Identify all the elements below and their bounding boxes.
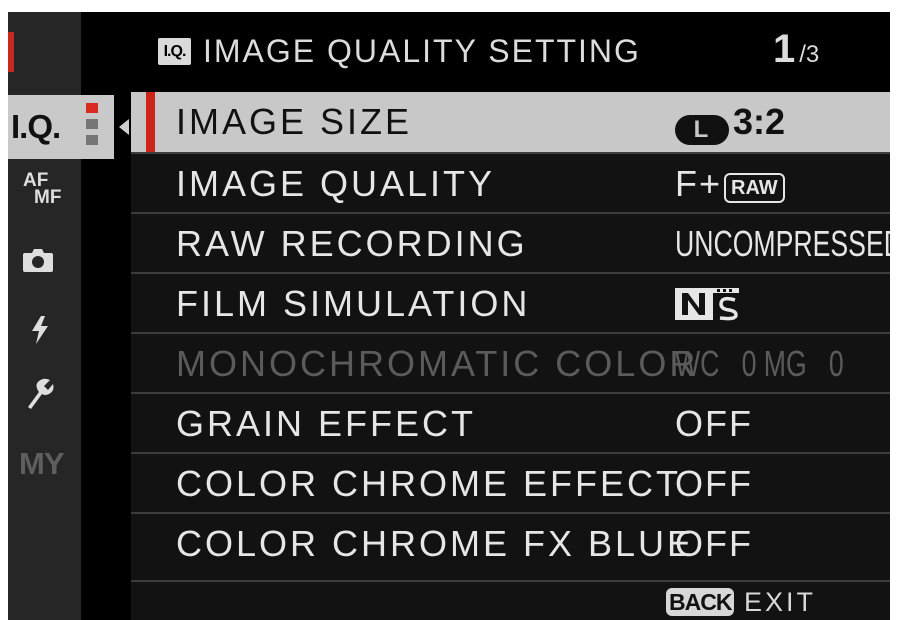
- sidebar-item-af-mf[interactable]: AF MF: [23, 171, 62, 208]
- menu-row-color-chrome-fx-blue[interactable]: COLOR CHROME FX BLUE OFF: [131, 512, 890, 572]
- menu-row-value: OFF: [675, 403, 753, 444]
- page-total: /3: [799, 41, 820, 68]
- sidebar-item-label: I.Q.: [11, 108, 61, 145]
- image-size-large-badge: L: [675, 115, 729, 145]
- menu-row-label: COLOR CHROME EFFECT: [176, 463, 682, 504]
- menu-row-label: GRAIN EFFECT: [176, 403, 477, 444]
- sidebar-item-image-quality-active[interactable]: I.Q.: [8, 95, 114, 159]
- page-dot-active: [86, 103, 98, 113]
- menu-row-value: UNCOMPRESSED: [675, 222, 890, 266]
- camera-icon: [23, 249, 53, 272]
- menu-row-value: WC 0 MG 0: [675, 342, 890, 386]
- menu-row-grain-effect[interactable]: GRAIN EFFECT OFF: [131, 392, 890, 452]
- sidebar-item-shooting[interactable]: [22, 247, 54, 278]
- menu-row-color-chrome-effect[interactable]: COLOR CHROME EFFECT OFF: [131, 452, 890, 512]
- sidebar-item-flash[interactable]: [30, 315, 50, 350]
- flash-icon: [32, 316, 48, 344]
- selection-indicator: [146, 92, 155, 152]
- menu-row-value: L 3:2: [675, 100, 785, 145]
- menu-row-label: MONOCHROMATIC COLOR: [176, 343, 699, 384]
- menu-header: I.Q. IMAGE QUALITY SETTING 1/3: [131, 12, 890, 92]
- page-current: 1: [773, 27, 796, 71]
- page-counter: 1/3: [773, 25, 819, 73]
- sidebar-item-setup[interactable]: [24, 377, 54, 414]
- aspect-ratio: 3:2: [733, 101, 786, 142]
- raw-badge: RAW: [724, 173, 785, 203]
- menu-row-label: IMAGE SIZE: [176, 101, 413, 142]
- back-button[interactable]: BACK: [666, 588, 735, 616]
- camera-menu-screen: I.Q. AF MF: [8, 12, 890, 620]
- menu-row-film-simulation[interactable]: FILM SIMULATION: [131, 272, 890, 332]
- quality-value: F+: [675, 163, 723, 204]
- exit-label: EXIT: [744, 587, 817, 617]
- menu-row-label: RAW RECORDING: [176, 223, 528, 264]
- menu-row-image-quality[interactable]: IMAGE QUALITY F+ RAW: [131, 152, 890, 212]
- page-indicator-dots: [86, 95, 98, 145]
- menu-row-monochromatic-color: MONOCHROMATIC COLOR WC 0 MG 0: [131, 332, 890, 392]
- menu-row-raw-recording[interactable]: RAW RECORDING UNCOMPRESSED: [131, 212, 890, 272]
- sidebar-accent-bar: [8, 32, 14, 72]
- sidebar-item-my-menu[interactable]: MY: [19, 446, 64, 482]
- page-dot: [86, 135, 98, 145]
- page-title: IMAGE QUALITY SETTING: [203, 33, 641, 69]
- menu-row-value: [675, 282, 743, 328]
- menu-row-image-size[interactable]: IMAGE SIZE L 3:2: [131, 92, 890, 152]
- menu-row-value: OFF: [675, 463, 753, 504]
- menu-row-label: COLOR CHROME FX BLUE: [176, 523, 695, 564]
- menu-row-label: IMAGE QUALITY: [176, 163, 496, 204]
- menu-panel: I.Q. IMAGE QUALITY SETTING 1/3 IMAGE SIZ…: [131, 12, 890, 620]
- image-quality-badge: I.Q.: [158, 38, 191, 65]
- page-dot: [86, 119, 98, 129]
- film-simulation-icon: [675, 288, 739, 321]
- raw-recording-value: UNCOMPRESSED: [675, 223, 890, 264]
- menu-footer: BACK EXIT: [131, 580, 890, 620]
- active-tab-caret-icon: [119, 119, 129, 135]
- menu-row-label: FILM SIMULATION: [176, 283, 531, 324]
- menu-row-value: OFF: [675, 523, 753, 564]
- sidebar-item-label: MF: [34, 187, 62, 208]
- monochromatic-value: WC 0 MG 0: [675, 343, 844, 384]
- menu-row-value: F+ RAW: [675, 162, 785, 206]
- wrench-icon: [28, 378, 54, 409]
- sidebar-item-label: MY: [19, 446, 64, 481]
